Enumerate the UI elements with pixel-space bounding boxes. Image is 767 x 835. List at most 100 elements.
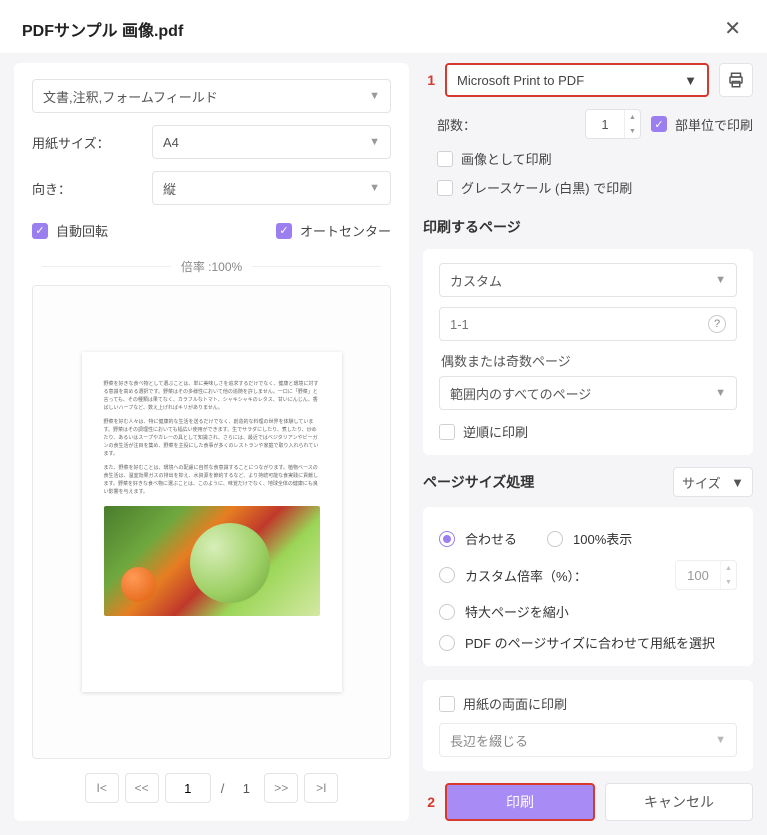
chevron-down-icon: ▼ bbox=[715, 387, 726, 399]
pager-first-button[interactable]: I< bbox=[85, 773, 119, 803]
radio-actual[interactable]: 100%表示 bbox=[547, 529, 632, 548]
radio-choose-paper-label: PDF のページサイズに合わせて用紙を選択 bbox=[465, 633, 715, 652]
chevron-down-icon: ▼ bbox=[369, 90, 380, 102]
radio-shrink-label: 特大ページを縮小 bbox=[465, 602, 569, 621]
page-size-panel: 合わせる 100%表示 カスタム倍率（%）： bbox=[423, 507, 753, 666]
print-as-image-checkbox[interactable]: 画像として印刷 bbox=[437, 149, 753, 168]
odd-even-select[interactable]: 範囲内のすべてのページ ▼ bbox=[439, 376, 737, 410]
custom-scale-value: 100 bbox=[676, 568, 720, 583]
orientation-select[interactable]: 縦 ▼ bbox=[152, 171, 391, 205]
printer-select[interactable]: Microsoft Print to PDF ▼ bbox=[445, 63, 709, 97]
print-button[interactable]: 印刷 bbox=[445, 783, 595, 821]
pager: I< << / 1 >> >I bbox=[32, 773, 391, 803]
reverse-order-label: 逆順に印刷 bbox=[463, 422, 528, 441]
chevron-down-icon: ▼ bbox=[731, 475, 744, 490]
radio-actual-label: 100%表示 bbox=[573, 529, 632, 548]
checkbox-icon bbox=[439, 696, 455, 712]
checkbox-checked-icon: ✓ bbox=[651, 116, 667, 132]
chevron-down-icon: ▼ bbox=[715, 274, 726, 286]
content-type-select[interactable]: 文書,注釈,フォームフィールド ▼ bbox=[32, 79, 391, 113]
binding-value: 長辺を綴じる bbox=[450, 731, 528, 750]
paper-size-label: 用紙サイズ： bbox=[32, 133, 152, 152]
preview-text: 野菜を好む人々は、特に健康的な生活を送るだけでなく、創造的な料理の世界を体験して… bbox=[104, 418, 320, 458]
zoom-label-text: 倍率 :100% bbox=[181, 258, 242, 275]
copies-row: 部数： 1 ▲ ▼ ✓ 部単位で印刷 bbox=[423, 109, 753, 139]
pages-title: 印刷するページ bbox=[423, 217, 753, 237]
duplex-panel: 用紙の両面に印刷 長辺を綴じる ▼ bbox=[423, 680, 753, 771]
custom-scale-spinner[interactable]: 100 ▲ ▼ bbox=[675, 560, 737, 590]
chevron-down-icon[interactable]: ▼ bbox=[721, 575, 736, 589]
reverse-order-checkbox[interactable]: 逆順に印刷 bbox=[439, 422, 737, 441]
paper-size-select[interactable]: A4 ▼ bbox=[152, 125, 391, 159]
orientation-value: 縦 bbox=[163, 179, 176, 198]
pager-current-input[interactable] bbox=[165, 773, 211, 803]
printer-properties-button[interactable] bbox=[719, 63, 753, 97]
preview-image bbox=[104, 506, 320, 616]
pages-range-value: 1-1 bbox=[450, 317, 469, 332]
pages-mode-select[interactable]: カスタム ▼ bbox=[439, 263, 737, 297]
orientation-label: 向き： bbox=[32, 179, 152, 198]
pager-next-button[interactable]: >> bbox=[264, 773, 298, 803]
pages-range-input[interactable]: 1-1 ? bbox=[439, 307, 737, 341]
chevron-down-icon: ▼ bbox=[369, 136, 380, 148]
grayscale-checkbox[interactable]: グレースケール (白黒) で印刷 bbox=[437, 178, 753, 197]
radio-icon bbox=[439, 567, 455, 583]
radio-shrink[interactable]: 特大ページを縮小 bbox=[439, 602, 737, 621]
radio-custom-scale-label: カスタム倍率（%）： bbox=[465, 566, 587, 585]
radio-icon bbox=[439, 604, 455, 620]
auto-center-checkbox[interactable]: ✓ オートセンター bbox=[276, 221, 391, 240]
radio-icon bbox=[439, 635, 455, 651]
auto-rotate-checkbox[interactable]: ✓ 自動回転 bbox=[32, 221, 108, 240]
content-type-value: 文書,注釈,フォームフィールド bbox=[43, 87, 218, 106]
chevron-up-icon[interactable]: ▲ bbox=[625, 110, 640, 124]
pager-separator: / bbox=[217, 781, 229, 796]
radio-choose-paper[interactable]: PDF のページサイズに合わせて用紙を選択 bbox=[439, 633, 737, 652]
print-dialog: PDFサンプル 画像.pdf ✕ 文書,注釈,フォームフィールド ▼ 用紙サイズ… bbox=[0, 0, 767, 800]
printer-icon bbox=[727, 71, 745, 89]
pages-section: 印刷するページ カスタム ▼ 1-1 ? 偶数または奇数ページ 範囲内のすべての… bbox=[423, 211, 753, 467]
odd-even-value: 範囲内のすべてのページ bbox=[450, 384, 591, 403]
checkbox-icon bbox=[437, 180, 453, 196]
close-icon[interactable]: ✕ bbox=[720, 14, 745, 43]
checkbox-icon bbox=[439, 424, 455, 440]
chevron-down-icon: ▼ bbox=[369, 182, 380, 194]
copies-value: 1 bbox=[586, 117, 624, 132]
chevron-up-icon[interactable]: ▲ bbox=[721, 561, 736, 575]
chevron-down-icon[interactable]: ▼ bbox=[625, 124, 640, 138]
scale-radio-group: 合わせる 100%表示 カスタム倍率（%）： bbox=[439, 529, 737, 652]
radio-fit[interactable]: 合わせる bbox=[439, 529, 517, 548]
pager-prev-button[interactable]: << bbox=[125, 773, 159, 803]
size-mode-value: サイズ bbox=[682, 473, 721, 492]
preview-page: 野菜を好きな食べ物として選ぶことは、単に美味しさを追求するだけでなく、健康と環境… bbox=[82, 352, 342, 692]
radio-custom-scale[interactable]: カスタム倍率（%）： bbox=[439, 566, 587, 585]
checkbox-checked-icon: ✓ bbox=[276, 223, 292, 239]
copies-spinner[interactable]: 1 ▲ ▼ bbox=[585, 109, 641, 139]
duplex-checkbox[interactable]: 用紙の両面に印刷 bbox=[439, 694, 737, 713]
paper-size-value: A4 bbox=[163, 135, 179, 150]
radio-fit-label: 合わせる bbox=[465, 529, 517, 548]
zoom-label: 倍率 :100% bbox=[32, 258, 391, 275]
printer-value: Microsoft Print to PDF bbox=[457, 73, 584, 88]
help-icon[interactable]: ? bbox=[708, 315, 726, 333]
page-size-section: ページサイズ処理 サイズ ▼ 合わせる bbox=[423, 467, 753, 678]
print-preview: 野菜を好きな食べ物として選ぶことは、単に美味しさを追求するだけでなく、健康と環境… bbox=[32, 285, 391, 759]
preview-text: 野菜を好きな食べ物として選ぶことは、単に美味しさを追求するだけでなく、健康と環境… bbox=[104, 380, 320, 412]
chevron-down-icon: ▼ bbox=[684, 73, 697, 88]
radio-selected-icon bbox=[439, 531, 455, 547]
dialog-body: 文書,注釈,フォームフィールド ▼ 用紙サイズ： A4 ▼ 向き： 縦 ▼ bbox=[0, 53, 767, 835]
binding-select[interactable]: 長辺を綴じる ▼ bbox=[439, 723, 737, 757]
page-size-title: ページサイズ処理 bbox=[423, 472, 534, 492]
footer-buttons: 2 印刷 キャンセル bbox=[423, 783, 753, 821]
auto-rotate-label: 自動回転 bbox=[56, 221, 108, 240]
cancel-button[interactable]: キャンセル bbox=[605, 783, 753, 821]
grayscale-label: グレースケール (白黒) で印刷 bbox=[461, 178, 632, 197]
size-mode-select[interactable]: サイズ ▼ bbox=[673, 467, 753, 497]
left-settings-panel: 文書,注釈,フォームフィールド ▼ 用紙サイズ： A4 ▼ 向き： 縦 ▼ bbox=[14, 63, 409, 821]
chevron-down-icon: ▼ bbox=[715, 734, 726, 746]
cancel-button-label: キャンセル bbox=[644, 792, 714, 812]
collate-checkbox[interactable]: ✓ 部単位で印刷 bbox=[651, 115, 753, 134]
pager-last-button[interactable]: >I bbox=[304, 773, 338, 803]
pager-total: 1 bbox=[234, 781, 258, 796]
titlebar: PDFサンプル 画像.pdf ✕ bbox=[0, 0, 767, 53]
odd-even-label: 偶数または奇数ページ bbox=[441, 351, 737, 370]
